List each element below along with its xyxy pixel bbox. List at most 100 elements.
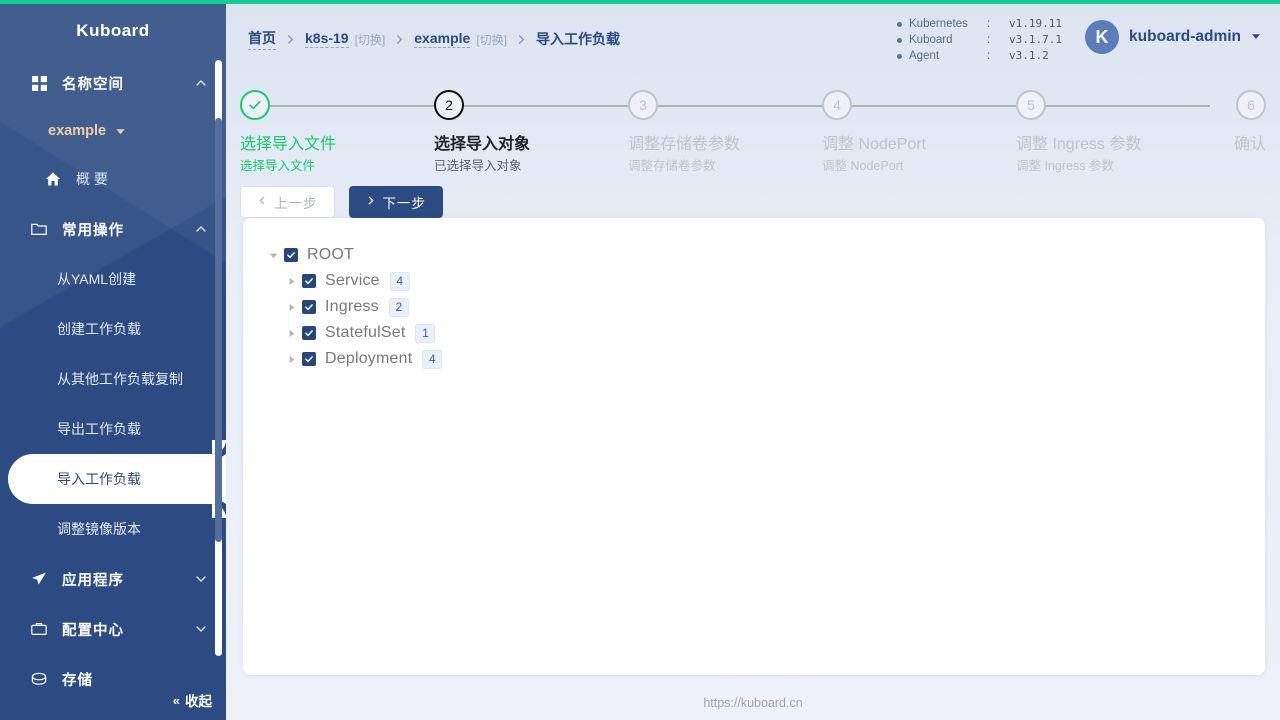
- namespace-selector-value: example: [48, 123, 106, 139]
- sidebar-item-label: 从YAML创建: [57, 269, 136, 289]
- chevron-down-icon[interactable]: [194, 622, 208, 636]
- chevron-left-icon: [257, 195, 267, 209]
- sidebar-group-config-center-label: 配置中心: [62, 619, 194, 640]
- wizard-step-6[interactable]: 6 确认: [1210, 90, 1266, 182]
- wizard-step-4[interactable]: 4 调整 NodePort 调整 NodePort: [822, 90, 1016, 182]
- avatar: K: [1085, 20, 1119, 54]
- version-value: v1.19.11: [1009, 16, 1062, 32]
- user-name-label: kuboard-admin: [1129, 28, 1241, 46]
- chevron-up-icon[interactable]: [194, 76, 208, 90]
- sidebar-group-storage-label: 存储: [62, 669, 208, 690]
- tree-checkbox-service[interactable]: [302, 274, 316, 288]
- sidebar-item-export-workload[interactable]: 导出工作负载: [0, 404, 226, 454]
- breadcrumb-item-namespace[interactable]: example: [414, 30, 470, 48]
- chevron-down-icon[interactable]: [194, 572, 208, 586]
- version-colon: :: [987, 16, 1009, 32]
- caret-right-icon[interactable]: [283, 325, 299, 341]
- chevron-right-icon: [285, 34, 296, 45]
- tree-node-root-label: ROOT: [307, 246, 354, 264]
- wizard-step-2[interactable]: 2 选择导入对象 已选择导入对象: [434, 90, 628, 182]
- sidebar-group-namespace-label: 名称空间: [62, 73, 194, 94]
- wizard-step-3[interactable]: 3 调整存储卷参数 调整存储卷参数: [628, 90, 822, 182]
- version-label: Kuboard: [909, 32, 987, 48]
- step-desc-5: 调整 Ingress 参数: [1016, 155, 1114, 174]
- breadcrumb-item-home[interactable]: 首页: [248, 28, 276, 50]
- sidebar-item-label: 导入工作负载: [57, 469, 141, 489]
- caret-right-icon[interactable]: [283, 273, 299, 289]
- wizard-step-1[interactable]: 选择导入文件 选择导入文件: [240, 90, 434, 182]
- tree-checkbox-statefulset[interactable]: [302, 326, 316, 340]
- resource-tree: ROOT Service 4 Ingress: [243, 218, 1265, 372]
- footer-url[interactable]: https://kuboard.cn: [703, 696, 802, 710]
- bullet-icon: [897, 54, 902, 59]
- sidebar-group-applications-label: 应用程序: [62, 569, 194, 590]
- user-menu[interactable]: K kuboard-admin: [1085, 20, 1262, 54]
- step-title-3: 调整存储卷参数: [628, 130, 740, 154]
- bullet-icon: [897, 22, 902, 27]
- step-desc-1: 选择导入文件: [240, 155, 315, 174]
- grid-icon: [30, 74, 48, 92]
- caret-right-icon[interactable]: [283, 299, 299, 315]
- version-row-kuboard: Kuboard : v3.1.7.1: [897, 32, 1062, 48]
- brand-title: Kuboard: [0, 4, 226, 58]
- tree-node-service-count: 4: [390, 272, 410, 291]
- sidebar-nav: 名称空间 example 概 要 常用操作: [0, 58, 226, 704]
- tree-node-service[interactable]: Service 4: [265, 268, 1265, 294]
- tree-checkbox-ingress[interactable]: [302, 300, 316, 314]
- tree-node-ingress[interactable]: Ingress 2: [265, 294, 1265, 320]
- sidebar-item-adjust-image-version[interactable]: 调整镜像版本: [0, 504, 226, 554]
- sidebar-item-label: 从其他工作负载复制: [57, 369, 183, 389]
- import-objects-card: ROOT Service 4 Ingress: [243, 218, 1265, 675]
- step-desc-4: 调整 NodePort: [822, 155, 903, 174]
- namespace-selector[interactable]: example: [0, 108, 226, 154]
- step-circle-6: 6: [1236, 90, 1266, 120]
- step-circle-1: [240, 90, 270, 120]
- tree-checkbox-deployment[interactable]: [302, 352, 316, 366]
- version-row-agent: Agent : v3.1.2: [897, 48, 1062, 64]
- send-icon: [30, 570, 48, 588]
- sidebar-group-applications[interactable]: 应用程序: [0, 554, 226, 604]
- sidebar-group-common-operations-label: 常用操作: [62, 219, 194, 240]
- breadcrumb-item-cluster[interactable]: k8s-19: [305, 30, 349, 48]
- sidebar-scrollbar-thumb[interactable]: [215, 118, 222, 542]
- sidebar-group-namespace[interactable]: 名称空间: [0, 58, 226, 108]
- sidebar-item-create-workload[interactable]: 创建工作负载: [0, 304, 226, 354]
- version-info-panel: Kubernetes : v1.19.11 Kuboard : v3.1.7.1…: [897, 16, 1062, 64]
- breadcrumb: 首页 k8s-19 [切换] example [切换] 导入工作负载: [226, 28, 620, 50]
- sidebar-group-common-operations[interactable]: 常用操作: [0, 204, 226, 254]
- sidebar-group-config-center[interactable]: 配置中心: [0, 604, 226, 654]
- wizard-step-5[interactable]: 5 调整 Ingress 参数 调整 Ingress 参数: [1016, 90, 1210, 182]
- folder-icon: [30, 220, 48, 238]
- tree-node-statefulset[interactable]: StatefulSet 1: [265, 320, 1265, 346]
- step-desc-3: 调整存储卷参数: [628, 155, 716, 174]
- tree-node-deployment-count: 4: [422, 350, 442, 369]
- sidebar-item-copy-from-workload[interactable]: 从其他工作负载复制: [0, 354, 226, 404]
- breadcrumb-switch-namespace[interactable]: [切换]: [476, 31, 507, 48]
- step-desc-2: 已选择导入对象: [434, 155, 522, 174]
- chevron-up-icon[interactable]: [194, 222, 208, 236]
- wizard-button-bar: 上一步 下一步: [226, 186, 1280, 218]
- tree-checkbox-root[interactable]: [284, 248, 298, 262]
- breadcrumb-switch-cluster[interactable]: [切换]: [355, 31, 386, 48]
- tree-node-deployment[interactable]: Deployment 4: [265, 346, 1265, 372]
- sidebar-item-overview[interactable]: 概 要: [0, 154, 226, 204]
- sidebar-item-label: 创建工作负载: [57, 319, 141, 339]
- version-value: v3.1.7.1: [1009, 32, 1062, 48]
- sidebar-item-import-workload[interactable]: 导入工作负载: [8, 454, 226, 504]
- sidebar-item-create-from-yaml[interactable]: 从YAML创建: [0, 254, 226, 304]
- previous-step-button[interactable]: 上一步: [240, 186, 335, 218]
- chevron-right-icon: [366, 195, 376, 209]
- sidebar-collapse-button[interactable]: « 收起: [173, 690, 212, 710]
- caret-right-icon[interactable]: [283, 351, 299, 367]
- tree-node-root[interactable]: ROOT: [265, 242, 1265, 268]
- version-colon: :: [987, 48, 1009, 64]
- next-step-button[interactable]: 下一步: [349, 186, 444, 218]
- caret-down-icon: [1250, 30, 1262, 45]
- chevron-right-icon: [516, 34, 527, 45]
- step-title-5: 调整 Ingress 参数: [1016, 130, 1141, 154]
- chevron-right-icon: [394, 34, 405, 45]
- caret-down-icon[interactable]: [265, 247, 281, 263]
- tree-node-statefulset-count: 1: [415, 324, 435, 343]
- bullet-icon: [897, 38, 902, 43]
- step-circle-5: 5: [1016, 90, 1046, 120]
